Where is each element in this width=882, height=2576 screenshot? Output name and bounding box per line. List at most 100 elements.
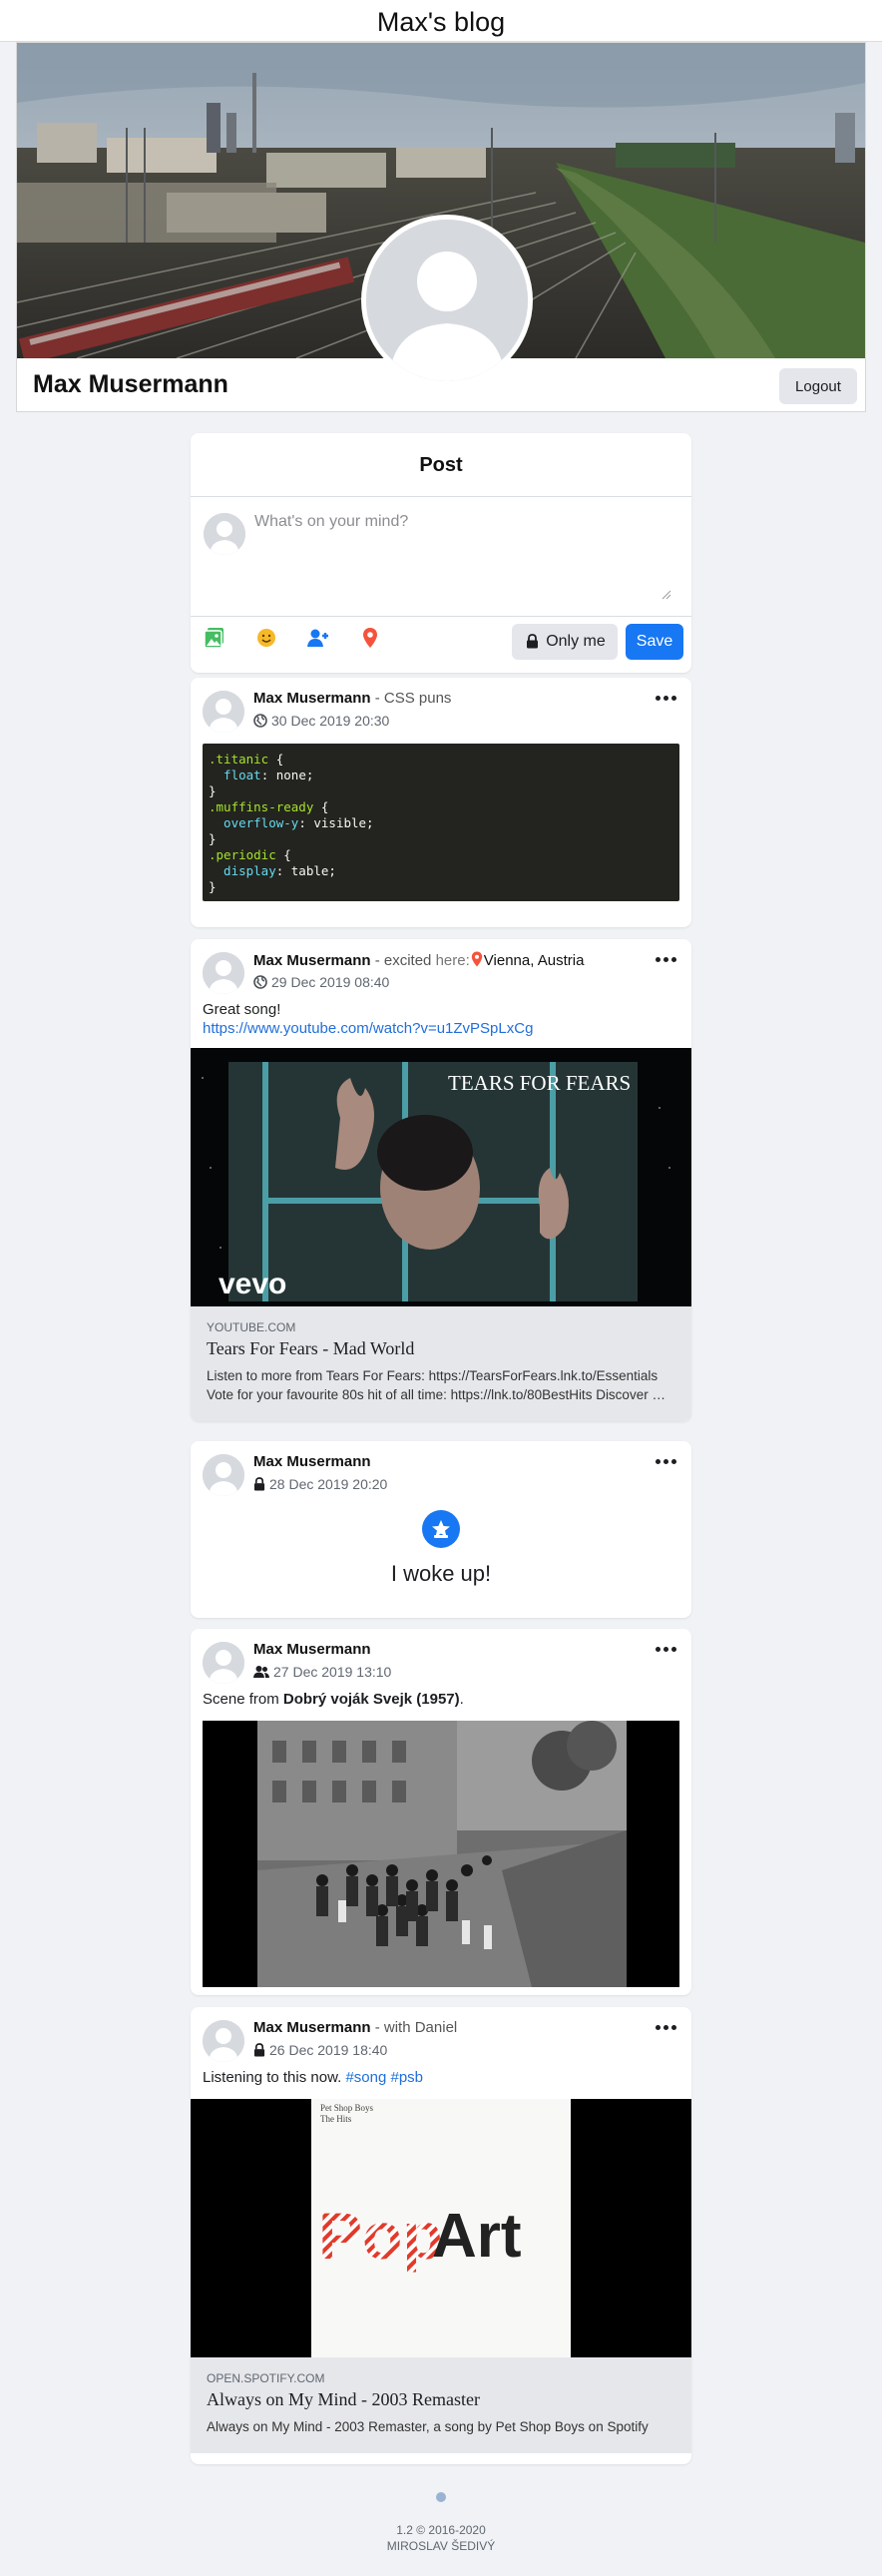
post-input[interactable] [254,513,679,609]
post-date[interactable]: 27 Dec 2019 13:10 [273,1664,391,1680]
code-line: display: table; [209,863,336,878]
site-title: Max's blog [376,7,506,37]
link-preview[interactable]: YOUTUBE.COM Tears For Fears - Mad World … [191,1306,691,1421]
more-options-icon[interactable] [656,1459,677,1467]
preview-description: Always on My Mind - 2003 Remaster, a son… [207,2419,649,2434]
link-preview[interactable]: OPEN.SPOTIFY.COM Always on My Mind - 200… [191,2357,691,2453]
code-line: .muffins-ready { [209,799,329,814]
save-button[interactable]: Save [626,624,683,660]
privacy-label: Only me [546,633,606,650]
post-with: - with Daniel [370,2019,458,2036]
code-line: .periodic { [209,847,291,862]
footer-author: MIROSLAV ŠEDIVÝ [386,2539,496,2553]
post-header: Max Musermann - with Daniel [253,2019,457,2036]
avatar [203,691,244,733]
composer-title: Post [191,433,691,497]
post-author[interactable]: Max Musermann [253,1453,371,1470]
avatar [203,952,244,994]
profile-card: Max Musermann Logout [16,42,866,412]
post-author[interactable]: Max Musermann [253,690,371,707]
tag-friends-icon[interactable] [306,626,330,650]
post-card: Max Musermann - CSS puns 30 Dec 2019 20:… [191,678,691,927]
preview-domain: YOUTUBE.COM [207,1320,296,1334]
emoji-icon[interactable] [254,626,278,650]
globe-icon [253,975,267,992]
avatar [203,1454,244,1496]
footer-version: 1.2 © 2016-2020 [396,2523,486,2537]
divider [191,616,691,617]
post-author[interactable]: Max Musermann [253,1641,371,1658]
resize-grip-icon[interactable] [660,587,671,600]
avatar [203,1642,244,1684]
post-here: here: [435,952,470,969]
avatar [204,513,245,555]
lock-icon [526,634,539,654]
post-text: Great song! [203,1001,281,1018]
profile-avatar[interactable] [361,215,533,386]
code-block: .titanic { float: none;} .muffins-ready {… [203,744,679,901]
preview-description: Listen to more from Tears For Fears: htt… [207,1368,675,1402]
lock-icon [253,1477,265,1494]
svg-text:TEARS FOR FEARS: TEARS FOR FEARS [448,1071,631,1095]
code-line: } [209,879,217,894]
post-composer: Post Only me Save [191,433,691,673]
post-topic: - CSS puns [370,690,452,707]
code-line: } [209,783,217,798]
post-meta: 28 Dec 2019 20:20 [253,1476,387,1494]
loading-indicator [436,2492,446,2502]
privacy-selector-button[interactable]: Only me [512,624,618,660]
code-line: overflow-y: visible; [209,815,374,830]
post-header: Max Musermann [253,1453,371,1470]
life-event-text: I woke up! [390,1561,492,1586]
post-text: Listening to this now. #song #psb [203,2069,424,2086]
post-video[interactable] [203,1721,679,1987]
post-date[interactable]: 29 Dec 2019 08:40 [271,974,389,990]
post-author[interactable]: Max Musermann [253,2019,371,2036]
link-preview-image[interactable]: TEARS FOR FEARS vevo [191,1048,691,1306]
more-options-icon[interactable] [656,1647,677,1655]
post-date[interactable]: 30 Dec 2019 20:30 [271,713,389,729]
preview-title: Tears For Fears - Mad World [207,1338,415,1358]
code-line: float: none; [209,768,314,782]
hashtags[interactable]: #song #psb [345,2069,423,2086]
link-preview-image[interactable]: Pet Shop Boys The Hits Pop Art [191,2099,691,2357]
location-icon[interactable] [358,626,382,650]
post-meta: 29 Dec 2019 08:40 [253,974,389,992]
location-icon [471,951,483,971]
post-header: Max Musermann - CSS puns [253,690,451,707]
lock-icon [253,2043,265,2060]
post-text: Scene from Dobrý voják Svejk (1957). [203,1691,464,1708]
profile-name: Max Musermann [33,370,228,398]
more-options-icon[interactable] [656,957,677,965]
logout-button[interactable]: Logout [779,368,857,404]
code-line: } [209,831,217,846]
more-options-icon[interactable] [656,696,677,704]
post-meta: 26 Dec 2019 18:40 [253,2042,387,2060]
more-options-icon[interactable] [656,2025,677,2033]
post-author[interactable]: Max Musermann [253,952,371,969]
post-header: Max Musermann - excited here: Vienna, Aus… [253,951,584,971]
movie-title: Dobrý voják Svejk (1957) [282,1691,460,1708]
avatar [203,2020,244,2062]
post-date[interactable]: 26 Dec 2019 18:40 [269,2042,387,2058]
site-header: Max's blog [0,0,882,42]
post-link[interactable]: https://www.youtube.com/watch?v=u1ZvPSpL… [203,1020,533,1037]
post-location[interactable]: Vienna, Austria [484,952,585,969]
friends-icon [253,1665,269,1682]
globe-icon [253,714,267,731]
svg-text:Art: Art [432,2202,522,2271]
post-feeling: - excited [370,952,436,969]
post-header: Max Musermann [253,1641,371,1658]
preview-title: Always on My Mind - 2003 Remaster [207,2389,480,2409]
post-date[interactable]: 28 Dec 2019 20:20 [269,1476,387,1492]
post-card: Max Musermann - with Daniel 26 Dec 2019 … [191,2007,691,2464]
code-line: .titanic { [209,752,284,767]
post-meta: 30 Dec 2019 20:30 [253,713,389,731]
svg-text:The Hits: The Hits [320,2114,352,2124]
post-card: Max Musermann 27 Dec 2019 13:10 Scene fr… [191,1629,691,1995]
photo-icon[interactable] [203,626,226,650]
post-meta: 27 Dec 2019 13:10 [253,1664,391,1682]
post-card: Max Musermann 28 Dec 2019 20:20 I woke u… [191,1441,691,1618]
svg-text:Pet Shop Boys: Pet Shop Boys [320,2103,374,2113]
svg-text:vevo: vevo [219,1268,286,1300]
